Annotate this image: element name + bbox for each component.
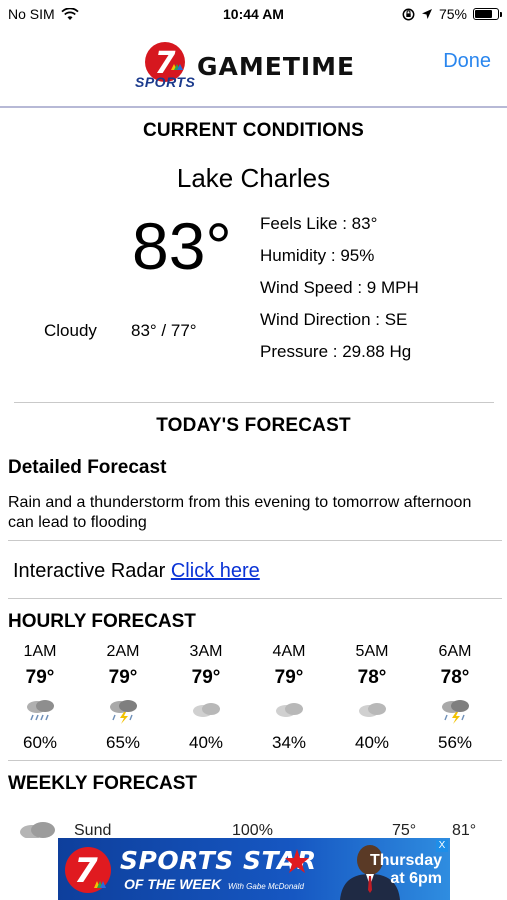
ad-host: With Gabe McDonald [228,882,304,891]
battery-icon [473,8,502,20]
radar-label: Interactive Radar [13,560,166,582]
hour-time: 6AM [438,643,472,660]
cloud-icon [342,697,402,727]
ad-banner[interactable]: 7 SPORTS STAR OF THE WEEK With Gabe McDo… [58,838,450,900]
hour-precip-chance: 56% [437,733,473,752]
hour-precip-chance: 60% [22,733,58,752]
nav-bar: 7 SPORTS GAMETIME Done [0,28,507,108]
interactive-radar: Interactive Radar Click here [13,560,260,583]
hour-temperature: 79° [191,667,221,688]
weekly-precip: 100% [232,822,273,838]
condition-text: Cloudy [44,321,97,340]
cloud-icon [176,697,236,727]
hour-column: 2AM 79° 65% [93,643,153,753]
hour-time: 2AM [106,643,140,660]
current-conditions-title: CURRENT CONDITIONS [142,120,365,141]
star-icon [285,849,309,873]
battery-percent: 75% [438,6,467,22]
done-button[interactable]: Done [443,50,491,73]
ad-schedule: Thursday at 6pm [369,852,442,887]
hi-lo-temps: 83° / 77° [131,321,197,340]
hour-temperature: 78° [440,667,470,688]
hour-time: 5AM [355,643,389,660]
gametime-logo: 7 SPORTS GAMETIME [135,40,375,92]
hour-time: 1AM [23,643,57,660]
hour-time: 4AM [272,643,306,660]
hour-column: 6AM 78° 56% [425,643,485,753]
detailed-forecast-text: Rain and a thunderstorm from this evenin… [8,494,472,531]
detail-row-wind-direction: Wind Direction : SE [260,310,408,329]
detail-row-wind-speed: Wind Speed : 9 MPH [260,278,419,297]
cloud-icon [259,697,319,727]
svg-text:7: 7 [74,851,98,891]
ad-close-button[interactable]: X [436,840,448,852]
conditions-details: Feels Like : 83° Humidity : 95% Wind Spe… [260,214,419,374]
weekly-high: 75° [392,822,417,838]
divider [8,540,502,541]
weekly-low: 81° [452,822,477,838]
thunderstorm-icon [93,697,153,727]
hour-temperature: 79° [274,667,304,688]
hour-column: 4AM 79° 34% [259,643,319,753]
hour-time: 3AM [189,643,223,660]
hour-column: 1AM 79° 60% [10,643,70,753]
city-name: Lake Charles [176,163,331,193]
rain-cloud-icon [10,697,70,727]
detailed-forecast-label: Detailed Forecast [8,457,167,478]
hour-precip-chance: 65% [105,733,141,752]
hour-precip-chance: 34% [271,733,307,752]
hour-temperature: 79° [108,667,138,688]
weekly-day: Sund [74,822,112,838]
divider [8,598,502,599]
weekly-forecast-title: WEEKLY FORECAST [8,773,197,794]
status-right: 75% [402,6,502,22]
logo-sports-text: SPORTS [135,74,196,90]
channel-7-logo-icon: 7 [65,847,111,893]
detail-row-feels-like: Feels Like : 83° [260,214,378,233]
hour-column: 5AM 78° 40% [342,643,402,753]
location-arrow-icon [421,9,432,19]
orientation-lock-icon [402,8,415,20]
detail-row-humidity: Humidity : 95% [260,246,375,265]
hour-precip-chance: 40% [188,733,224,752]
hourly-forecast-title: HOURLY FORECAST [8,611,196,632]
weekly-row: Sund 100% 75° 81° [0,818,507,838]
thunderstorm-icon [425,697,485,727]
radar-link[interactable]: Click here [171,560,260,582]
detail-row-pressure: Pressure : 29.88 Hg [260,342,412,361]
logo-gametime-text: GAMETIME [197,52,356,81]
divider [8,760,502,761]
battery-level [475,10,492,18]
todays-forecast-title: TODAY'S FORECAST [156,415,351,436]
hour-temperature: 78° [357,667,387,688]
current-temperature: 83° [132,209,232,283]
divider [14,402,494,403]
status-bar: No SIM 10:44 AM 75% [0,0,507,28]
ad-subtitle: OF THE WEEK [124,876,222,892]
hour-precip-chance: 40% [354,733,390,752]
hour-column: 3AM 79° 40% [176,643,236,753]
hour-temperature: 79° [25,667,55,688]
cloud-icon [20,822,55,838]
